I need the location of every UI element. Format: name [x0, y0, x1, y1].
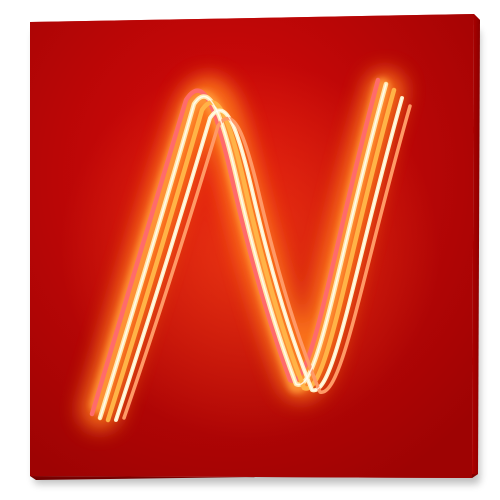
neon-n-app-icon: [0, 0, 500, 500]
neon-n-icon-graphic: [30, 14, 480, 484]
icon-canvas: [0, 0, 500, 500]
